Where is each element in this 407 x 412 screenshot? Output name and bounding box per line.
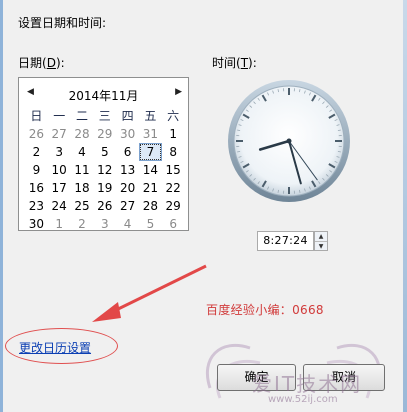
calendar-day[interactable]: 20 (116, 179, 139, 197)
calendar-day[interactable]: 9 (25, 161, 48, 179)
calendar-grid: 日一二三四五六 26 27 28 29 30 31 1 2 3 4 5 6 7 8 9 10 11 12 13 14 15… (25, 107, 185, 233)
calendar-day[interactable]: 12 (93, 161, 116, 179)
calendar-day[interactable]: 17 (48, 179, 71, 197)
calendar-day[interactable]: 26 (93, 197, 116, 215)
calendar-day-other-month[interactable]: 30 (116, 125, 139, 143)
calendar-week-row: 30 1 2 3 4 5 6 (25, 215, 185, 233)
calendar-month-title[interactable]: 2014年11月 (19, 87, 188, 104)
weekday-label: 日 (30, 109, 43, 123)
date-label: 日期(D): (18, 56, 65, 70)
calendar-day-other-month[interactable]: 5 (139, 215, 162, 233)
weekday-label: 六 (167, 109, 180, 123)
window-frame-left (0, 0, 3, 412)
calendar-week-row: 16 17 18 19 20 21 22 (25, 179, 185, 197)
weekday-label: 一 (53, 109, 66, 123)
calendar-day[interactable]: 11 (71, 161, 94, 179)
analog-clock (228, 80, 350, 202)
spin-up-icon[interactable]: ▲ (315, 232, 327, 241)
calendar-day[interactable]: 30 (25, 215, 48, 233)
calendar-day[interactable]: 22 (162, 179, 185, 197)
calendar-day-other-month[interactable]: 1 (48, 215, 71, 233)
calendar-day[interactable]: 29 (162, 197, 185, 215)
calendar-header: ◀ 2014年11月 ▶ (19, 78, 188, 106)
calendar-day[interactable]: 27 (116, 197, 139, 215)
calendar-week-row: 2345678 (25, 143, 185, 161)
calendar-day[interactable]: 23 (25, 197, 48, 215)
calendar-day[interactable]: 24 (48, 197, 71, 215)
calendar-day[interactable]: 19 (93, 179, 116, 197)
calendar-day[interactable]: 8 (162, 143, 185, 161)
calendar-day-other-month[interactable]: 6 (162, 215, 185, 233)
calendar-day[interactable]: 4 (71, 143, 94, 161)
weekday-label: 二 (75, 109, 88, 123)
site-watermark-url: www.52ij.com (268, 394, 338, 405)
calendar-day-other-month[interactable]: 28 (71, 125, 94, 143)
watermark-annotation: 百度经验小编：0668 (206, 303, 324, 317)
calendar-day-other-month[interactable]: 3 (93, 215, 116, 233)
calendar-week-row: 26 27 28 29 30 31 1 (25, 125, 185, 143)
calendar-day-other-month[interactable]: 4 (116, 215, 139, 233)
dialog-title: 设置日期和时间: (18, 16, 107, 30)
calendar-day[interactable]: 18 (71, 179, 94, 197)
weekday-label: 四 (121, 109, 134, 123)
time-label: 时间(T): (212, 56, 257, 70)
calendar-day[interactable]: 15 (162, 161, 185, 179)
calendar-day-other-month[interactable]: 2 (71, 215, 94, 233)
change-calendar-settings-link[interactable]: 更改日历设置 (19, 339, 91, 356)
calendar-day[interactable]: 5 (93, 143, 116, 161)
calendar-day[interactable]: 13 (116, 161, 139, 179)
calendar-day[interactable]: 25 (71, 197, 94, 215)
weekday-label: 五 (144, 109, 157, 123)
calendar-day-other-month[interactable]: 26 (25, 125, 48, 143)
calendar-day[interactable]: 14 (139, 161, 162, 179)
calendar-day[interactable]: 1 (162, 125, 185, 143)
calendar-day-other-month[interactable]: 27 (48, 125, 71, 143)
weekday-label: 三 (98, 109, 111, 123)
calendar-day-other-month[interactable]: 29 (93, 125, 116, 143)
weekday-header-row: 日一二三四五六 (25, 107, 185, 125)
calendar-week-row: 23 24 25 26 27 28 29 (25, 197, 185, 215)
site-watermark-text: 爱IT技术网 (252, 372, 363, 396)
calendar-day[interactable]: 10 (48, 161, 71, 179)
calendar-day[interactable]: 2 (25, 143, 48, 161)
calendar-day-other-month[interactable]: 31 (139, 125, 162, 143)
calendar-day[interactable]: 28 (139, 197, 162, 215)
calendar[interactable]: ◀ 2014年11月 ▶ 日一二三四五六 26 27 28 29 30 31 1 2 3 4 5 6 7 8… (18, 77, 189, 231)
calendar-day[interactable]: 6 (116, 143, 139, 161)
next-month-icon[interactable]: ▶ (175, 87, 182, 97)
calendar-week-row: 9 10 11 12 13 14 15 (25, 161, 185, 179)
time-spinner[interactable]: ▲ ▼ (314, 231, 328, 251)
calendar-day[interactable]: 3 (48, 143, 71, 161)
spin-down-icon[interactable]: ▼ (315, 241, 327, 251)
time-input[interactable]: 8:27:24 (257, 231, 314, 251)
window-frame-right (403, 0, 407, 412)
calendar-day[interactable]: 7 (138, 143, 162, 161)
calendar-day[interactable]: 16 (25, 179, 48, 197)
calendar-day[interactable]: 21 (139, 179, 162, 197)
